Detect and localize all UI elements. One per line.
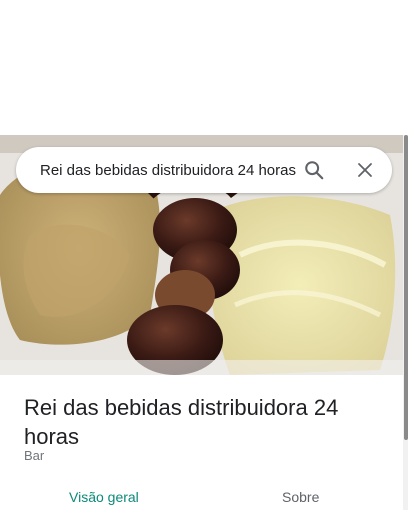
search-box[interactable]: [16, 147, 392, 193]
tab-overview[interactable]: Visão geral: [69, 487, 139, 507]
close-button[interactable]: [349, 154, 381, 186]
close-icon: [358, 163, 372, 177]
place-title: Rei das bebidas distribuidora 24 horas: [24, 395, 339, 449]
search-button[interactable]: [298, 154, 330, 186]
place-category[interactable]: Bar: [24, 448, 44, 463]
search-icon: [305, 161, 324, 180]
tab-about[interactable]: Sobre: [282, 487, 319, 507]
map-blank-area: [0, 0, 408, 135]
search-input[interactable]: [40, 147, 304, 193]
scrollbar-thumb[interactable]: [404, 135, 408, 440]
